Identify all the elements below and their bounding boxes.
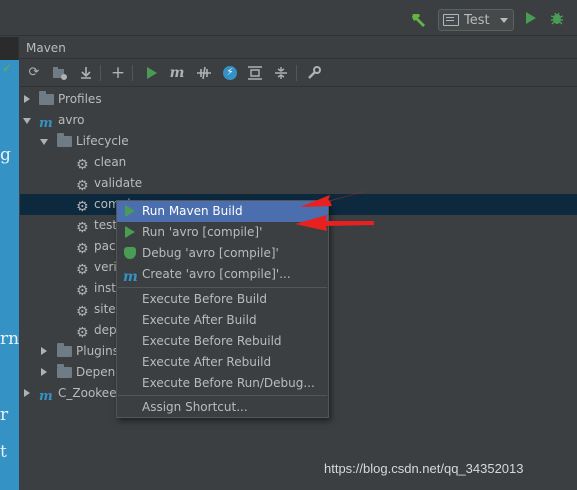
menu-item-execute-before-rebuild[interactable]: Execute Before Rebuild — [117, 331, 328, 352]
gear-icon: ⚙ — [76, 325, 89, 341]
run-configuration-label: Test — [464, 12, 490, 28]
tree-node-profiles[interactable]: Profiles — [20, 89, 577, 110]
download-icon[interactable] — [77, 64, 95, 82]
editor-text-fragment: rn — [0, 329, 20, 349]
menu-item-label: Run 'avro [compile]' — [142, 225, 263, 239]
expand-arrow-icon[interactable] — [41, 368, 47, 376]
tree-node-lifecycle[interactable]: Lifecycle — [20, 131, 577, 152]
maven-project-icon: m — [39, 116, 53, 131]
gear-icon: ⚙ — [76, 304, 89, 320]
menu-item-label: Execute Before Run/Debug... — [142, 376, 315, 390]
collapse-arrow-icon[interactable] — [23, 118, 31, 124]
menu-item-create-avro-compile[interactable]: m Create 'avro [compile]'... — [117, 264, 328, 285]
menu-item-label: Create 'avro [compile]'... — [142, 267, 291, 281]
menu-item-label: Debug 'avro [compile]' — [142, 246, 279, 260]
profiles-folder-icon — [39, 91, 55, 107]
menu-item-label: Execute After Build — [142, 313, 257, 327]
dependencies-folder-icon — [57, 364, 73, 380]
tree-node-label: test — [94, 218, 118, 232]
gear-icon: ⚙ — [76, 283, 89, 299]
gear-icon: ⚙ — [76, 178, 89, 194]
gear-icon: ⚙ — [76, 157, 89, 173]
tree-node-label: Plugins — [76, 344, 119, 358]
menu-item-label: Assign Shortcut... — [142, 400, 248, 414]
plugins-folder-icon — [57, 343, 73, 359]
hammer-build-icon[interactable] — [410, 10, 428, 28]
tree-node-label: avro — [58, 113, 85, 127]
menu-item-run-avro-compile[interactable]: Run 'avro [compile]' — [117, 222, 328, 243]
tree-node-label: clean — [94, 155, 127, 169]
menu-item-label: Execute Before Build — [142, 292, 267, 306]
tree-node-goal[interactable]: ⚙ validate — [20, 173, 577, 194]
debug-icon[interactable] — [550, 11, 564, 25]
menu-item-label: Execute Before Rebuild — [142, 334, 282, 348]
debug-icon — [123, 246, 138, 261]
menu-item-run-maven-build[interactable]: Run Maven Build — [117, 201, 328, 222]
expand-arrow-icon[interactable] — [24, 95, 30, 103]
add-icon[interactable]: + — [109, 64, 127, 82]
toolbar-separator — [296, 65, 297, 81]
editor-text-fragment: r — [0, 405, 9, 425]
menu-item-execute-after-build[interactable]: Execute After Build — [117, 310, 328, 331]
menu-item-execute-after-rebuild[interactable]: Execute After Rebuild — [117, 352, 328, 373]
tree-node-label: dep — [94, 323, 117, 337]
run-configuration-dropdown[interactable]: Test — [438, 9, 514, 31]
menu-separator — [118, 287, 327, 288]
expand-arrow-icon[interactable] — [24, 389, 30, 397]
run-config-icon — [443, 14, 459, 26]
tree-node-label: C_Zookeep — [58, 386, 125, 400]
toggle-offline-icon[interactable] — [195, 64, 213, 82]
editor-selection-highlight — [0, 60, 19, 490]
menu-item-label: Execute After Rebuild — [142, 355, 272, 369]
gear-icon: ⚙ — [76, 199, 89, 215]
tree-node-label: site — [94, 302, 116, 316]
chevron-down-icon — [500, 18, 508, 23]
gear-icon: ⚙ — [76, 220, 89, 236]
editor-area: ✓ g rn r t — [0, 37, 19, 490]
tree-node-label: Lifecycle — [76, 134, 129, 148]
tree-node-goal[interactable]: ⚙ clean — [20, 152, 577, 173]
menu-separator — [118, 395, 327, 396]
generate-sources-icon[interactable] — [51, 64, 69, 82]
panel-title: Maven — [20, 37, 577, 59]
menu-item-debug-avro-compile[interactable]: Debug 'avro [compile]' — [117, 243, 328, 264]
toolbar-separator — [132, 65, 133, 81]
skip-tests-icon[interactable]: ⚡ — [221, 64, 239, 82]
menu-item-assign-shortcut[interactable]: Assign Shortcut... — [117, 397, 328, 418]
editor-text-fragment: g — [0, 145, 11, 165]
collapse-arrow-icon[interactable] — [40, 139, 48, 145]
run-icon — [123, 225, 138, 240]
run-icon[interactable] — [526, 12, 536, 24]
tree-node-label: validate — [94, 176, 143, 190]
run-toolbar: Test — [0, 0, 577, 36]
maven-project-icon: m — [39, 389, 53, 404]
context-menu: Run Maven Build Run 'avro [compile]' Deb… — [116, 200, 329, 418]
tree-node-label: Profiles — [58, 92, 102, 106]
collapse-all-icon[interactable] — [272, 64, 290, 82]
lifecycle-folder-icon — [57, 133, 73, 149]
gear-icon: ⚙ — [76, 241, 89, 257]
maven-toolbar: ⟳ + m ⚡ — [20, 59, 577, 87]
reload-icon[interactable]: ⟳ — [25, 64, 43, 82]
editor-text-fragment: t — [0, 442, 7, 462]
maven-goal-icon[interactable]: m — [168, 64, 186, 82]
run-icon — [123, 204, 138, 219]
tree-node-project-avro[interactable]: m avro — [20, 110, 577, 131]
menu-item-execute-before-run-debug[interactable]: Execute Before Run/Debug... — [117, 373, 328, 394]
show-dependencies-icon[interactable] — [246, 64, 264, 82]
menu-item-execute-before-build[interactable]: Execute Before Build — [117, 289, 328, 310]
check-icon: ✓ — [2, 61, 13, 75]
maven-icon: m — [123, 269, 138, 285]
expand-arrow-icon[interactable] — [41, 347, 47, 355]
watermark: https://blog.csdn.net/qq_34352013 — [324, 461, 524, 476]
menu-item-label: Run Maven Build — [142, 204, 243, 218]
run-icon[interactable] — [143, 64, 161, 82]
toolbar-separator — [100, 65, 101, 81]
gear-icon: ⚙ — [76, 262, 89, 278]
settings-wrench-icon[interactable] — [305, 64, 323, 82]
